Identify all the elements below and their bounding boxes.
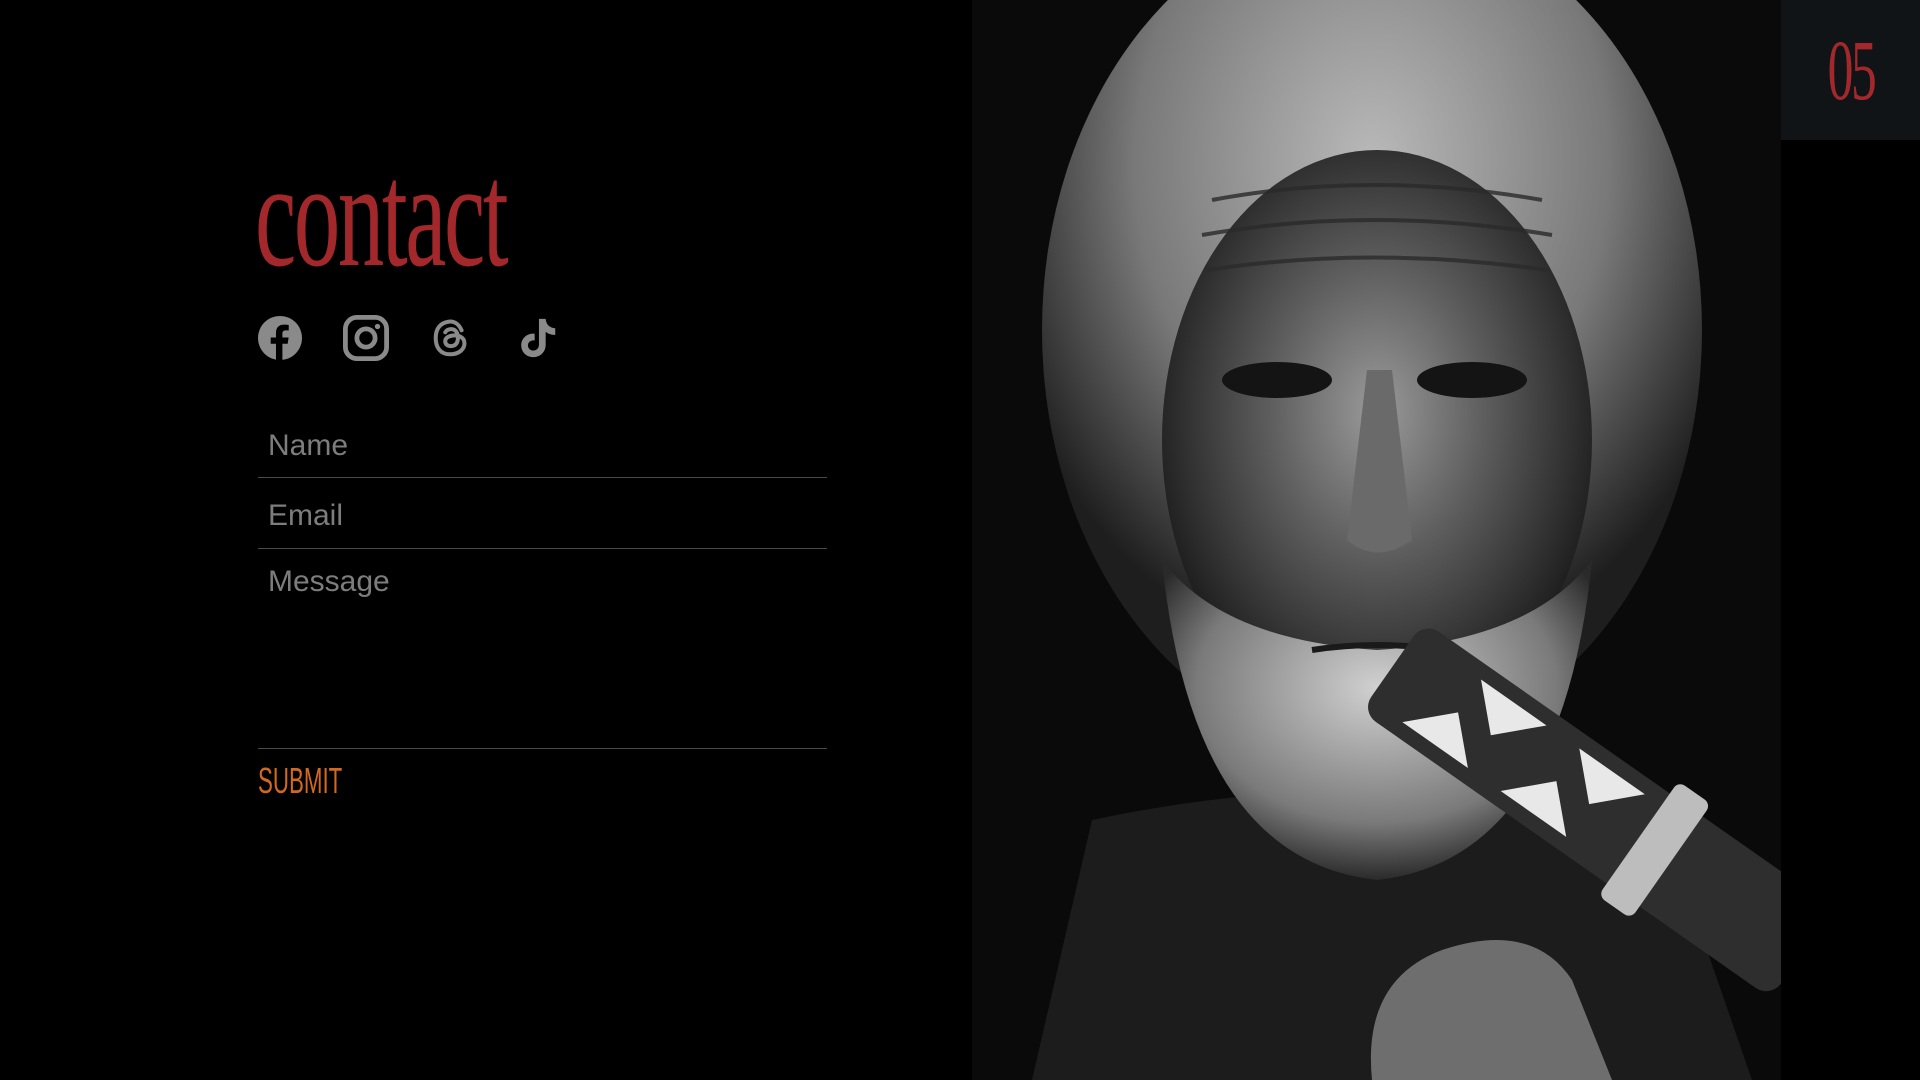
threads-icon	[433, 319, 467, 357]
social-links	[257, 315, 561, 361]
page-number: 05	[1827, 22, 1876, 118]
facebook-icon	[257, 315, 303, 361]
tiktok-icon	[521, 318, 556, 358]
name-field-wrapper	[258, 420, 827, 478]
portrait-illustration	[972, 0, 1781, 1080]
message-field-wrapper	[258, 549, 827, 749]
portrait-image	[972, 0, 1781, 1080]
threads-link[interactable]	[429, 315, 475, 361]
contact-panel: contact Name Email Message SUBMIT	[0, 0, 972, 1080]
message-field[interactable]	[258, 549, 827, 748]
right-sidebar: 05	[1781, 0, 1920, 1080]
page-number-badge: 05	[1781, 0, 1920, 140]
name-field[interactable]	[258, 420, 827, 477]
instagram-icon	[343, 315, 389, 361]
submit-button[interactable]: SUBMIT	[258, 760, 342, 802]
instagram-link[interactable]	[343, 315, 389, 361]
email-field-wrapper	[258, 478, 827, 549]
email-field[interactable]	[258, 478, 827, 548]
page-title: contact	[255, 132, 509, 298]
tiktok-link[interactable]	[515, 315, 561, 361]
contact-form	[258, 420, 827, 749]
facebook-link[interactable]	[257, 315, 303, 361]
